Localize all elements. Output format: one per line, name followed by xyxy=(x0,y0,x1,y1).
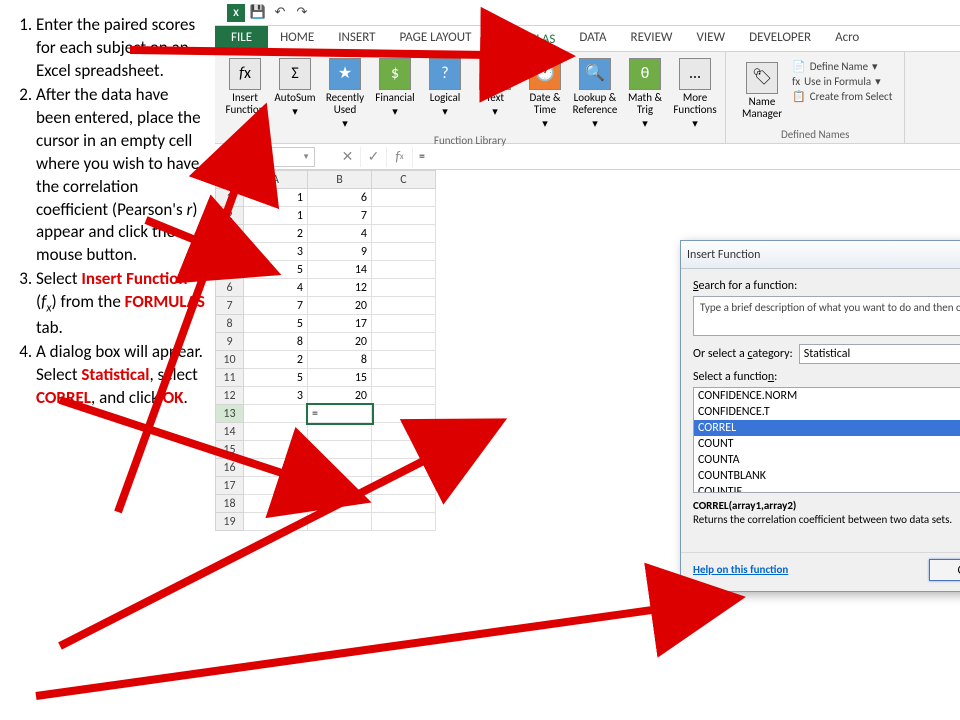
theta-icon: θ xyxy=(629,58,661,90)
tab-acrobat[interactable]: Acro xyxy=(823,26,871,51)
function-item[interactable]: CORREL xyxy=(694,420,960,436)
step-4: A dialog box will appear. Select Statist… xyxy=(36,341,207,410)
function-item[interactable]: COUNTBLANK xyxy=(694,468,960,484)
function-list[interactable]: CONFIDENCE.NORMCONFIDENCE.TCORRELCOUNTCO… xyxy=(693,387,960,493)
formula-bar: B13▼ ✕ ✓ fx = xyxy=(215,144,960,170)
dialog-title-text: Insert Function xyxy=(687,248,960,262)
tag-icon: 🏷 xyxy=(746,62,778,94)
instructions-panel: Enter the paired scores for each subject… xyxy=(0,0,215,720)
ribbon: fxInsert Function ΣAutoSum▾ ★Recently Us… xyxy=(215,52,960,144)
group-defined-names: Defined Names xyxy=(732,126,898,141)
tab-file[interactable]: FILE xyxy=(215,26,268,51)
help-link[interactable]: Help on this function xyxy=(693,563,919,576)
insert-function-dialog: Insert Function ? ✕ Search for a functio… xyxy=(680,240,960,592)
excel-icon: X xyxy=(227,4,245,22)
recently-used-button[interactable]: ★Recently Used▾ xyxy=(321,56,369,132)
tab-data[interactable]: DATA xyxy=(567,26,618,51)
math-trig-button[interactable]: θMath & Trig▾ xyxy=(621,56,669,132)
undo-icon[interactable]: ↶ xyxy=(271,4,289,22)
quick-access-toolbar: X 💾 ↶ ↷ xyxy=(215,0,960,26)
step-3: Select Insert Function (fx) from the FOR… xyxy=(36,268,207,339)
more-functions-button[interactable]: …More Functions▾ xyxy=(671,56,719,132)
name-box[interactable]: B13▼ xyxy=(245,147,315,167)
function-item[interactable]: COUNTIF xyxy=(694,484,960,493)
lookup-button[interactable]: 🔍Lookup & Reference▾ xyxy=(571,56,619,132)
tab-page-layout[interactable]: PAGE LAYOUT xyxy=(388,26,484,51)
function-item[interactable]: COUNTA xyxy=(694,452,960,468)
save-icon[interactable]: 💾 xyxy=(249,4,267,22)
name-manager-button[interactable]: 🏷Name Manager xyxy=(738,60,786,122)
define-name-button[interactable]: 📄 Define Name ▾ xyxy=(792,60,892,73)
chevron-down-icon: ▼ xyxy=(302,152,310,162)
excel-window: X 💾 ↶ ↷ FILE HOME INSERT PAGE LAYOUT FOR… xyxy=(215,0,960,720)
logical-icon: ? xyxy=(429,58,461,90)
ribbon-tabs: FILE HOME INSERT PAGE LAYOUT FORMULAS DA… xyxy=(215,26,960,52)
fx-button[interactable]: fx xyxy=(387,147,413,167)
tab-view[interactable]: VIEW xyxy=(685,26,738,51)
lookup-icon: 🔍 xyxy=(579,58,611,90)
clock-icon: 🕐 xyxy=(529,58,561,90)
create-from-selection-button[interactable]: 📋 Create from Select xyxy=(792,90,892,103)
insert-function-button[interactable]: fxInsert Function xyxy=(221,56,269,132)
date-time-button[interactable]: 🕐Date & Time▾ xyxy=(521,56,569,132)
financial-icon: $ xyxy=(379,58,411,90)
redo-icon[interactable]: ↷ xyxy=(293,4,311,22)
category-select[interactable]: Statistical▼ xyxy=(799,344,960,364)
function-description: CORREL(array1,array2) Returns the correl… xyxy=(693,499,960,528)
sigma-icon: Σ xyxy=(279,58,311,90)
star-icon: ★ xyxy=(329,58,361,90)
dialog-titlebar[interactable]: Insert Function ? ✕ xyxy=(681,241,960,269)
step-1: Enter the paired scores for each subject… xyxy=(36,14,207,83)
text-icon: A xyxy=(479,58,511,90)
formula-input[interactable]: = xyxy=(413,150,960,164)
function-item[interactable]: CONFIDENCE.T xyxy=(694,404,960,420)
ok-button[interactable]: OK xyxy=(929,559,960,581)
tab-developer[interactable]: DEVELOPER xyxy=(737,26,823,51)
search-label: Search for a function: xyxy=(693,279,960,293)
cancel-formula-button[interactable]: ✕ xyxy=(335,147,361,167)
category-label: Or select a category: xyxy=(693,347,793,361)
fx-icon: fx xyxy=(229,58,261,90)
tab-formulas[interactable]: FORMULAS xyxy=(483,26,567,51)
autosum-button[interactable]: ΣAutoSum▾ xyxy=(271,56,319,132)
enter-formula-button[interactable]: ✓ xyxy=(361,147,387,167)
tab-home[interactable]: HOME xyxy=(268,26,326,51)
tab-review[interactable]: REVIEW xyxy=(619,26,685,51)
step-2: After the data have been entered, place … xyxy=(36,84,207,268)
group-function-library: Function Library xyxy=(221,132,719,147)
text-button[interactable]: AText▾ xyxy=(471,56,519,132)
financial-button[interactable]: $Financial▾ xyxy=(371,56,419,132)
tab-insert[interactable]: INSERT xyxy=(326,26,387,51)
use-in-formula-button[interactable]: fx Use in Formula ▾ xyxy=(792,75,892,88)
search-input[interactable]: Type a brief description of what you wan… xyxy=(693,296,960,336)
select-function-label: Select a function: xyxy=(693,370,960,384)
logical-button[interactable]: ?Logical▾ xyxy=(421,56,469,132)
more-icon: … xyxy=(679,58,711,90)
function-item[interactable]: COUNT xyxy=(694,436,960,452)
function-item[interactable]: CONFIDENCE.NORM xyxy=(694,388,960,404)
